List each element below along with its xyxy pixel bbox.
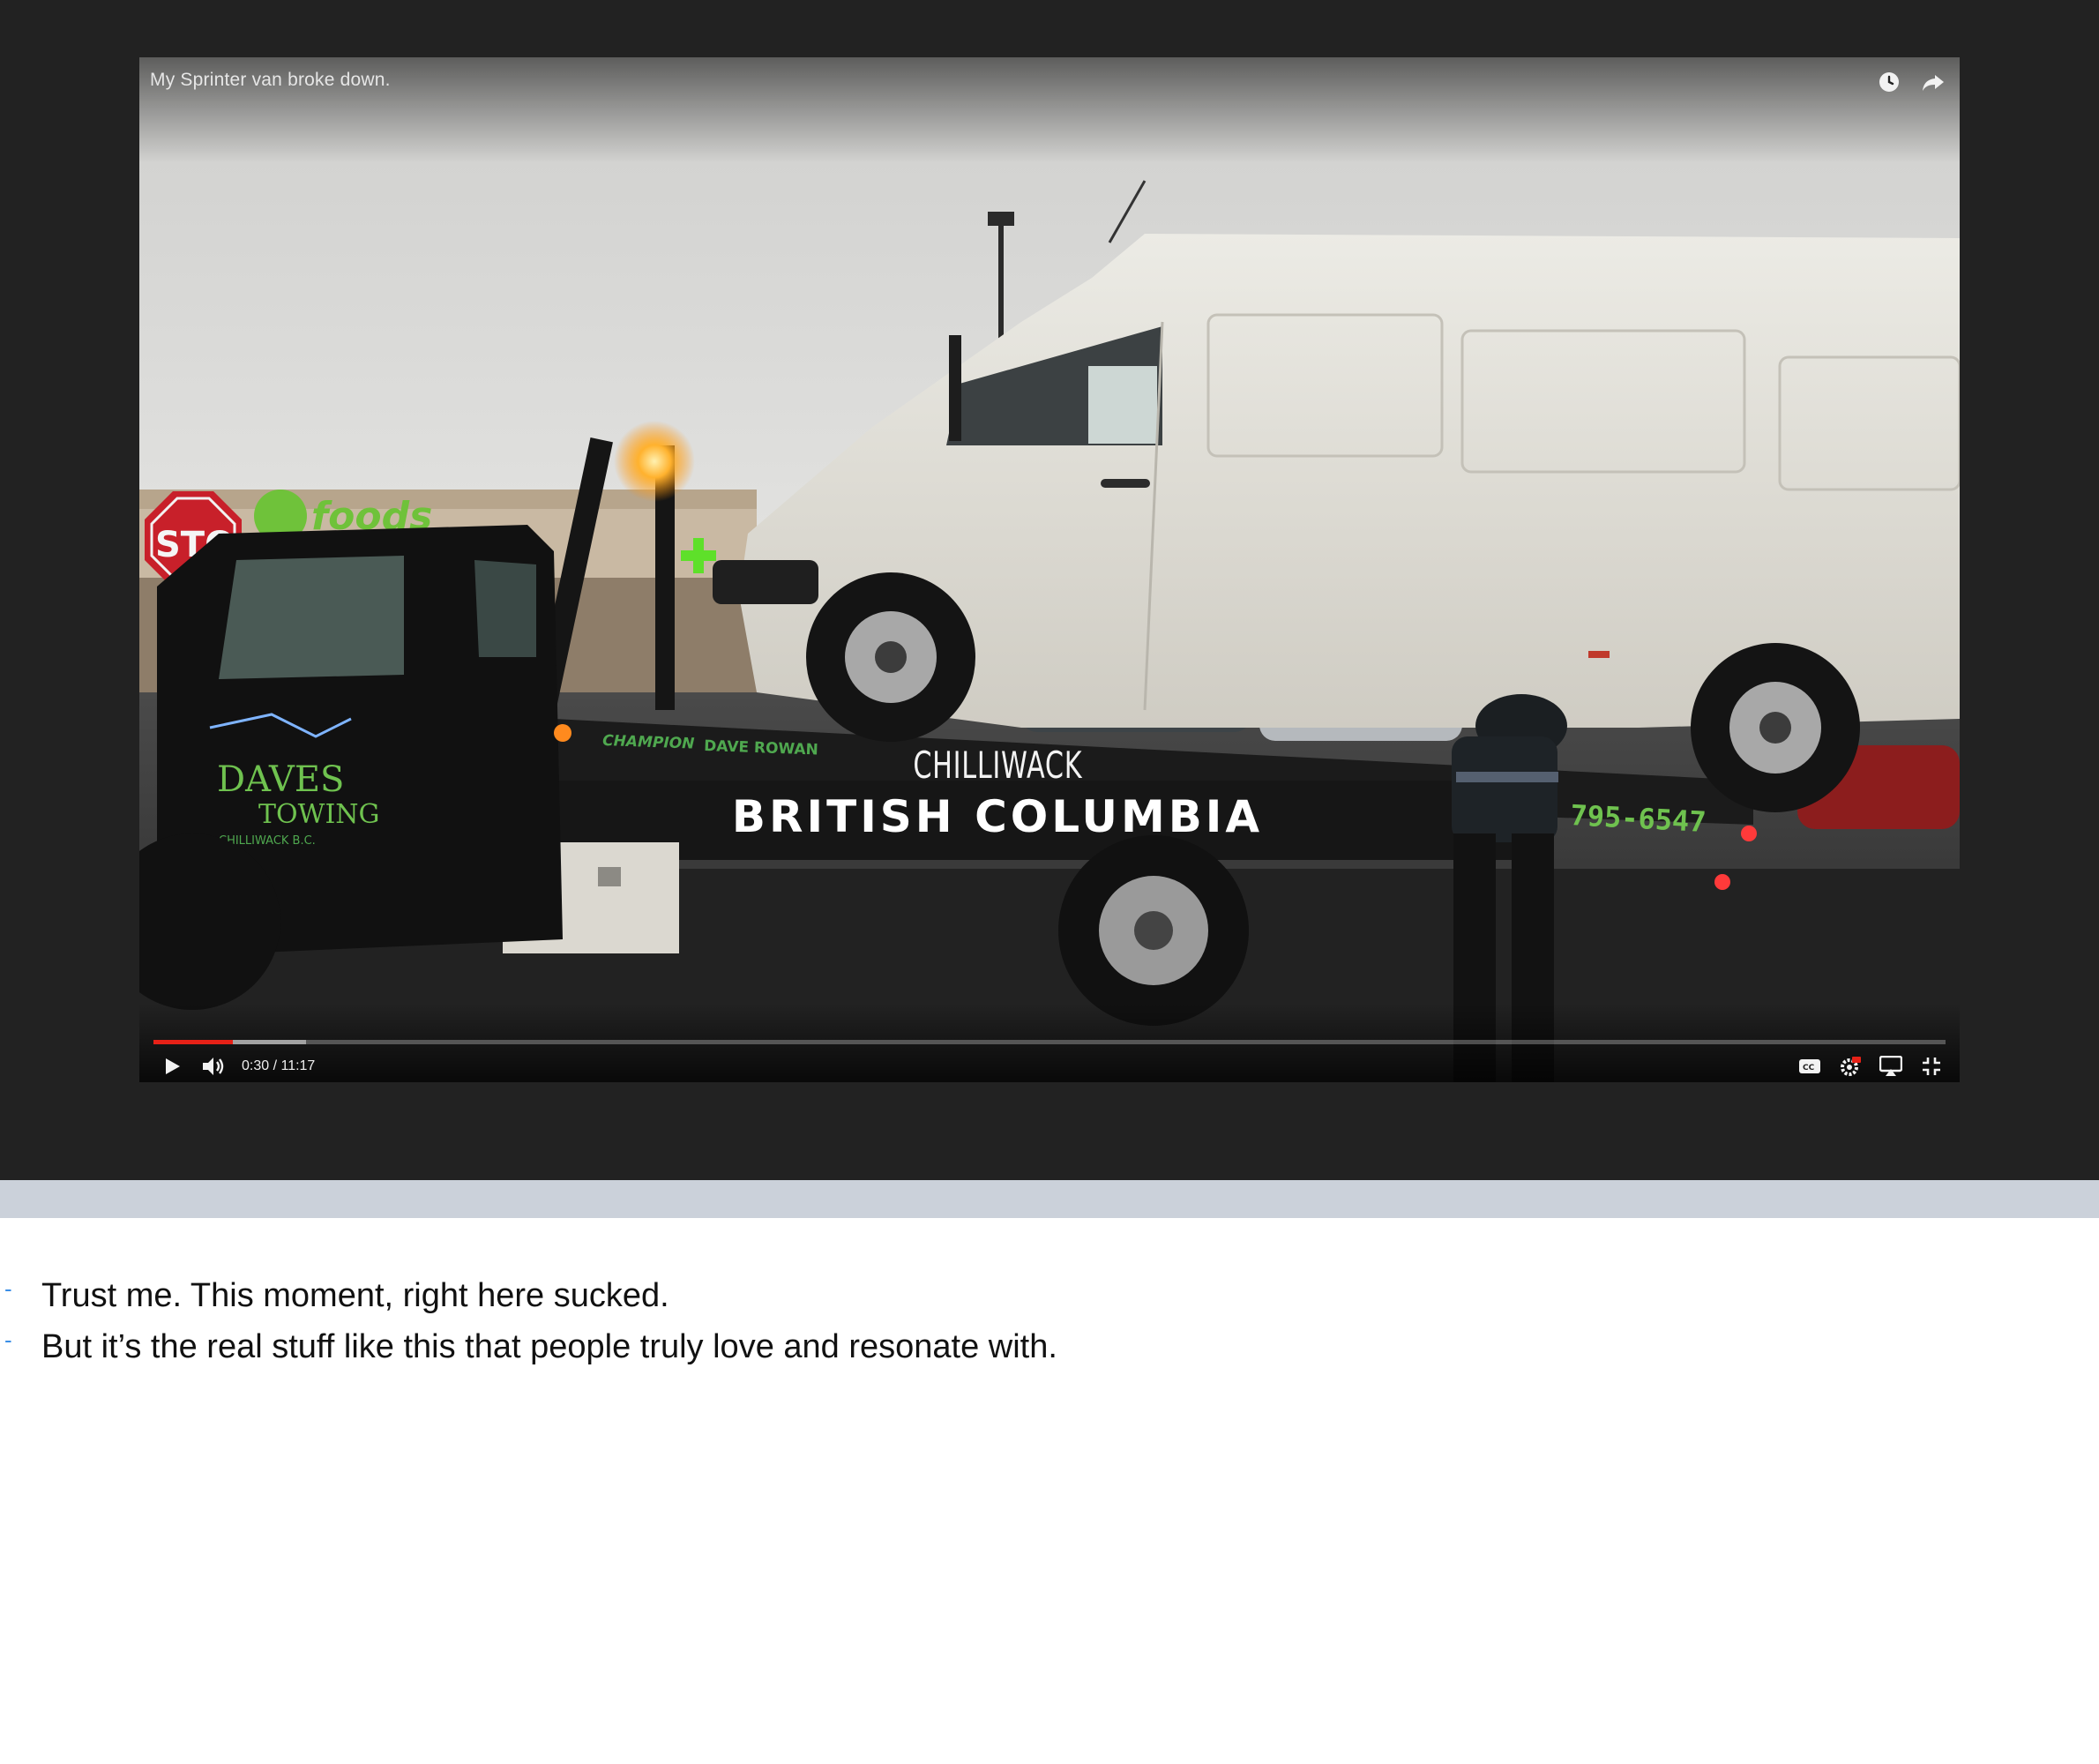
slide-stage: STO foods CHAMPION DAVE ROWAN 795-6547 D… (0, 0, 2099, 1180)
player-controls: 0:30 / 11:17 CC (139, 1049, 1960, 1082)
note-item: - Trust me. This moment, right here suck… (0, 1270, 2099, 1321)
play-icon[interactable] (159, 1052, 187, 1080)
video-player[interactable]: STO foods CHAMPION DAVE ROWAN 795-6547 D… (139, 57, 1960, 1082)
bullet-dash-icon: - (4, 1275, 12, 1302)
video-title[interactable]: My Sprinter van broke down. (150, 70, 391, 91)
speaker-notes: - Trust me. This moment, right here suck… (0, 1270, 2099, 1372)
note-item: - But it’s the real stuff like this that… (0, 1321, 2099, 1372)
bullet-dash-icon: - (4, 1327, 12, 1353)
top-controls (1875, 68, 1947, 96)
video-frame: STO foods CHAMPION DAVE ROWAN 795-6547 D… (139, 57, 1960, 1082)
exit-fullscreen-icon[interactable] (1917, 1052, 1946, 1080)
top-gradient (139, 57, 1960, 163)
note-text: But it’s the real stuff like this that p… (41, 1328, 1057, 1365)
svg-text:CC: CC (1803, 1064, 1815, 1073)
slide-divider (0, 1180, 2099, 1218)
time-display: 0:30 / 11:17 (242, 1058, 316, 1073)
progress-bar[interactable] (153, 1040, 1946, 1044)
settings-icon[interactable] (1836, 1052, 1864, 1080)
watch-later-icon[interactable] (1875, 68, 1903, 96)
share-icon[interactable] (1919, 68, 1947, 96)
location-region-caption: BRITISH COLUMBIA (731, 791, 1264, 842)
location-city-caption: CHILLIWACK (913, 744, 1082, 787)
progress-played (153, 1040, 234, 1044)
note-text: Trust me. This moment, right here sucked… (41, 1277, 669, 1314)
volume-icon[interactable] (199, 1052, 228, 1080)
airplay-icon[interactable] (1877, 1052, 1905, 1080)
captions-icon[interactable]: CC (1796, 1052, 1824, 1080)
